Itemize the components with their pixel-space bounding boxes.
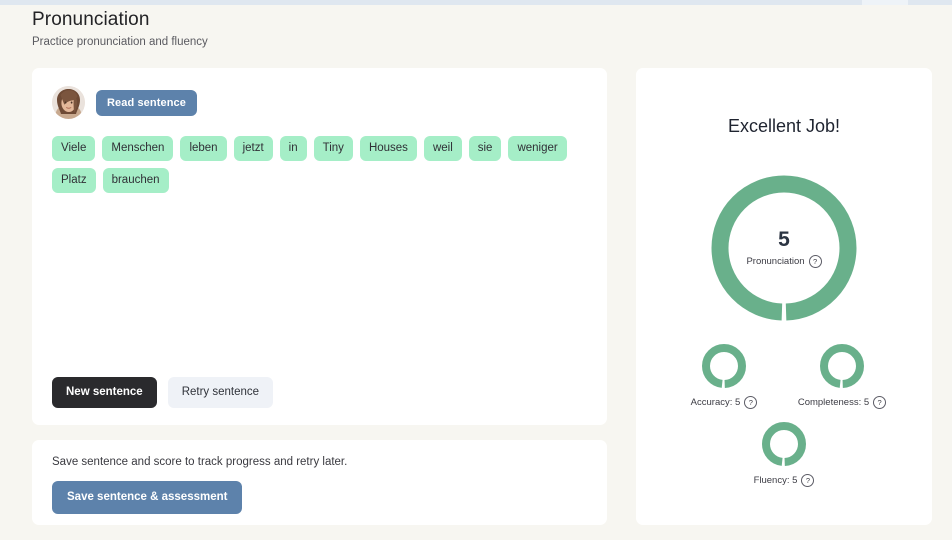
accuracy-score-label: Accuracy: 5 ? — [691, 396, 758, 409]
word-chip[interactable]: Menschen — [102, 136, 174, 161]
word-chip[interactable]: Tiny — [313, 136, 353, 161]
save-card: Save sentence and score to track progres… — [32, 440, 607, 525]
completeness-gauge: Completeness: 5 ? — [787, 343, 897, 409]
completeness-label-text: Completeness: 5 — [797, 396, 870, 408]
practice-card: Read sentence Viele Menschen leben jetzt in T… — [32, 68, 607, 425]
accuracy-gauge: Accuracy: 5 ? — [669, 343, 779, 409]
word-chip[interactable]: weil — [423, 136, 462, 161]
pronunciation-score-label: Pronunciation ? — [746, 255, 822, 268]
word-chip[interactable]: Viele — [52, 136, 96, 161]
pronunciation-score-value: 5 — [778, 228, 790, 251]
new-sentence-button[interactable]: New sentence — [52, 377, 157, 408]
help-icon[interactable]: ? — [744, 396, 758, 409]
fluency-label-text: Fluency: 5 — [753, 474, 798, 486]
save-sentence-assessment-button[interactable]: Save sentence & assessment — [52, 481, 243, 514]
pronunciation-label-text: Pronunciation — [746, 255, 805, 267]
word-chip[interactable]: weniger — [508, 136, 567, 161]
page-subtitle: Practice pronunciation and fluency — [32, 36, 208, 48]
word-chip[interactable]: brauchen — [102, 168, 169, 193]
page-header: Pronunciation Practice pronunciation and… — [32, 5, 632, 49]
word-chip[interactable]: leben — [180, 136, 227, 161]
pronunciation-gauge-center: 5 Pronunciation ? — [711, 175, 857, 321]
word-chip[interactable]: jetzt — [233, 136, 273, 161]
avatar — [52, 86, 85, 119]
word-chip-list: Viele Menschen leben jetzt in Tiny Houses weil s… — [52, 136, 592, 193]
score-card: Excellent Job! 5 Pronunciation ? Accurac… — [636, 68, 932, 525]
help-icon[interactable]: ? — [801, 474, 815, 487]
accuracy-label-text: Accuracy: 5 — [690, 396, 741, 408]
speaker-row: Read sentence — [52, 86, 197, 119]
word-chip[interactable]: sie — [468, 136, 502, 161]
page-title: Pronunciation — [32, 9, 150, 30]
retry-sentence-button[interactable]: Retry sentence — [167, 377, 274, 408]
read-sentence-button[interactable]: Read sentence — [96, 89, 197, 116]
score-heading: Excellent Job! — [727, 116, 841, 136]
pronunciation-gauge: 5 Pronunciation ? — [711, 175, 857, 321]
save-note: Save sentence and score to track progres… — [52, 456, 348, 468]
word-chip[interactable]: Houses — [359, 136, 417, 161]
fluency-gauge: Fluency: 5 ? — [729, 421, 839, 487]
fluency-score-label: Fluency: 5 ? — [754, 474, 815, 487]
practice-action-row: New sentence Retry sentence — [52, 377, 274, 408]
browser-tab-nub — [862, 0, 908, 5]
help-icon[interactable]: ? — [808, 255, 822, 268]
help-icon[interactable]: ? — [873, 396, 887, 409]
word-chip[interactable]: in — [279, 136, 307, 161]
word-chip[interactable]: Platz — [52, 168, 96, 193]
completeness-score-label: Completeness: 5 ? — [797, 396, 887, 409]
